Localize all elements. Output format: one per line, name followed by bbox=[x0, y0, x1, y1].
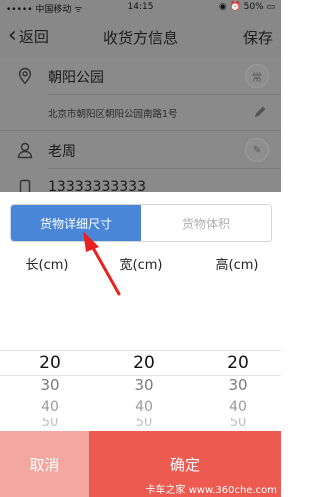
picker-value: 50 bbox=[229, 418, 247, 428]
person-icon bbox=[17, 142, 33, 159]
consignee-form: 朝阳公园 常 北京市朝阳区朝阳公园南路1号 老周 ✎ 13333333333 bbox=[0, 58, 281, 201]
contact-book-button[interactable]: ✎ bbox=[245, 138, 269, 162]
picker-value: 20 bbox=[133, 353, 155, 373]
column-width-label: 宽(cm) bbox=[119, 258, 163, 273]
picker-value: 40 bbox=[229, 399, 247, 415]
width-picker[interactable]: 20 30 40 50 bbox=[104, 352, 184, 428]
contact-name: 老周 bbox=[48, 144, 76, 160]
save-button[interactable]: 保存 bbox=[243, 27, 273, 48]
status-indicators: ◉ ⏰ 50% ▭ bbox=[218, 2, 275, 12]
frequent-places-button[interactable]: 常 bbox=[245, 64, 269, 88]
address-text: 北京市朝阳区朝阳公园南路1号 bbox=[48, 109, 178, 120]
contact-tag: ✎ bbox=[252, 144, 262, 156]
tab-detailed-size[interactable]: 货物详细尺寸 bbox=[11, 205, 141, 241]
picker-value: 20 bbox=[39, 353, 61, 373]
mode-segmented-control: 货物详细尺寸 货物体积 bbox=[10, 204, 272, 242]
page-title: 收货方信息 bbox=[102, 29, 178, 47]
picker-value: 40 bbox=[41, 399, 59, 415]
place-row[interactable]: 朝阳公园 常 bbox=[0, 58, 281, 94]
cancel-button[interactable]: 取消 bbox=[0, 431, 89, 497]
address-row[interactable]: 北京市朝阳区朝阳公园南路1号 bbox=[0, 94, 281, 130]
nav-bar: ‹ 返回 收货方信息 保存 bbox=[0, 16, 281, 58]
picker-value: 20 bbox=[227, 353, 249, 373]
contact-row[interactable]: 老周 ✎ bbox=[0, 132, 281, 168]
picker-value: 50 bbox=[135, 418, 153, 428]
picker-value: 30 bbox=[40, 376, 60, 394]
height-picker[interactable]: 20 30 40 50 bbox=[198, 352, 278, 428]
divider bbox=[0, 130, 281, 131]
column-height-label: 高(cm) bbox=[215, 258, 259, 273]
picker-value: 30 bbox=[134, 376, 154, 394]
picker-value: 30 bbox=[228, 376, 248, 394]
frequent-tag: 常 bbox=[252, 72, 262, 84]
column-length-label: 长(cm) bbox=[25, 258, 69, 273]
picker-value: 40 bbox=[135, 399, 153, 415]
watermark: 卡车之家 www.360che.com bbox=[145, 485, 277, 496]
picker-selection-line bbox=[0, 350, 281, 351]
edit-pencil-icon[interactable] bbox=[253, 105, 267, 119]
place-name: 朝阳公园 bbox=[48, 70, 104, 86]
location-pin-icon bbox=[18, 67, 32, 85]
divider bbox=[48, 168, 281, 169]
length-picker[interactable]: 20 30 40 50 bbox=[10, 352, 90, 428]
picker-value: 50 bbox=[41, 418, 59, 428]
status-bar: ••••• 中国移动 ᯤ 14:15 ◉ ⏰ 50% ▭ bbox=[0, 0, 281, 16]
tab-volume[interactable]: 货物体积 bbox=[141, 205, 271, 241]
